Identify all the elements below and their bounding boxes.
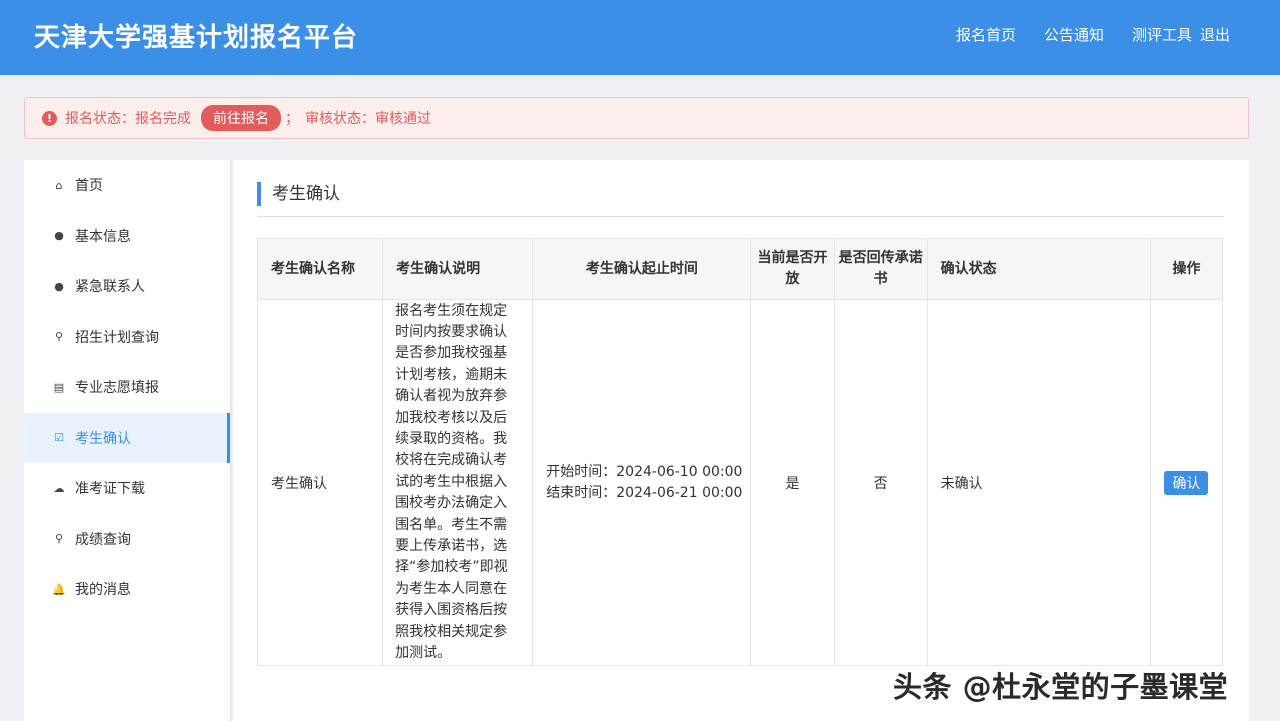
- sidebar-item-label: 首页: [75, 178, 103, 195]
- user-icon: ●: [54, 279, 64, 293]
- nav-signup-home[interactable]: 报名首页: [956, 24, 1016, 45]
- main-content: 考生确认 考生确认名称 考生确认说明 考生确认起止时间 当前是否开放 是否回传承…: [233, 160, 1249, 721]
- checkbox-icon: ☑: [54, 431, 64, 445]
- table-row: 考生确认 报名考生须在规定时间内按要求确认是否参加我校强基计划考核，逾期未确认者…: [256, 299, 1224, 666]
- home-icon: ⌂: [55, 178, 63, 192]
- table-header-row: 考生确认名称 考生确认说明 考生确认起止时间 当前是否开放 是否回传承诺书 确认…: [256, 238, 1224, 300]
- status-separator: ；: [285, 111, 299, 127]
- search-icon: ⚲: [54, 330, 64, 344]
- sidebar-item-home[interactable]: ⌂ 首页: [24, 160, 230, 211]
- sidebar-item-emergency-contact[interactable]: ● 紧急联系人: [24, 261, 230, 312]
- column-header-action: 操作: [1149, 238, 1224, 300]
- end-time: 结束时间：2024-06-21 00:00: [546, 484, 743, 501]
- registration-status-text: 报名状态：报名完成: [65, 111, 191, 127]
- sidebar-item-label: 紧急联系人: [75, 279, 145, 296]
- sidebar-item-label: 成绩查询: [75, 531, 131, 548]
- list-icon: ▤: [53, 380, 65, 394]
- top-header: 天津大学强基计划报名平台 报名首页 公告通知 测评工具 退出: [0, 0, 1280, 75]
- cell-action: 确认: [1149, 299, 1224, 666]
- sidebar-item-label: 基本信息: [75, 228, 131, 245]
- column-header-period: 考生确认起止时间: [532, 238, 752, 300]
- cell-description: 报名考生须在规定时间内按要求确认是否参加我校强基计划考核，逾期未确认者视为放弃参…: [382, 299, 534, 666]
- go-to-registration-button[interactable]: 前往报名: [201, 105, 281, 131]
- section-divider: [257, 216, 1224, 217]
- search-icon: ⚲: [54, 532, 64, 546]
- nav-announcements[interactable]: 公告通知: [1044, 24, 1104, 45]
- column-header-pledge: 是否回传承诺书: [833, 238, 928, 300]
- cell-period: 开始时间：2024-06-10 00:00 结束时间：2024-06-21 00…: [532, 299, 752, 666]
- start-time: 开始时间：2024-06-10 00:00: [546, 463, 743, 480]
- column-header-name: 考生确认名称: [256, 238, 384, 300]
- cloud-download-icon: ☁: [53, 481, 65, 495]
- cell-open: 是: [750, 299, 835, 666]
- exclamation-icon: !: [42, 110, 57, 126]
- cell-pledge: 否: [833, 299, 928, 666]
- cell-name: 考生确认: [256, 299, 384, 666]
- watermark: 头条 @杜永堂的子墨课堂: [893, 670, 1229, 704]
- nav-logout[interactable]: 退出: [1200, 24, 1230, 45]
- registration-status-alert: ! 报名状态：报名完成 前往报名 ； 审核状态：审核通过: [24, 97, 1249, 139]
- confirm-button[interactable]: 确认: [1164, 470, 1209, 495]
- bell-icon: 🔔: [52, 582, 66, 596]
- sidebar-item-label: 考生确认: [75, 430, 131, 447]
- sidebar-item-candidate-confirmation[interactable]: ☑ 考生确认: [24, 412, 230, 463]
- sidebar-item-enrollment-plan[interactable]: ⚲ 招生计划查询: [24, 312, 230, 363]
- sidebar-item-label: 我的消息: [75, 582, 131, 599]
- sidebar-item-label: 准考证下载: [75, 481, 145, 498]
- sidebar-item-basic-info[interactable]: ● 基本信息: [24, 211, 230, 262]
- sidebar-item-label: 专业志愿填报: [75, 380, 159, 397]
- column-header-open: 当前是否开放: [750, 238, 835, 300]
- sidebar-item-score-query[interactable]: ⚲ 成绩查询: [24, 514, 230, 565]
- nav-assessment-tools[interactable]: 测评工具: [1132, 24, 1192, 45]
- site-title: 天津大学强基计划报名平台: [34, 23, 359, 53]
- column-header-description: 考生确认说明: [382, 238, 534, 300]
- top-nav: 报名首页 公告通知 测评工具 退出: [956, 24, 1230, 45]
- review-status-text: 审核状态：审核通过: [305, 111, 431, 127]
- sidebar-item-major-preferences[interactable]: ▤ 专业志愿填报: [24, 362, 230, 413]
- cell-status: 未确认: [926, 299, 1151, 666]
- sidebar-item-admission-ticket[interactable]: ☁ 准考证下载: [24, 463, 230, 514]
- column-header-status: 确认状态: [926, 238, 1151, 300]
- user-icon: ●: [54, 229, 64, 243]
- section-title: 考生确认: [257, 182, 340, 206]
- confirmation-table: 考生确认名称 考生确认说明 考生确认起止时间 当前是否开放 是否回传承诺书 确认…: [256, 238, 1224, 666]
- sidebar-item-messages[interactable]: 🔔 我的消息: [24, 564, 230, 615]
- sidebar-item-label: 招生计划查询: [75, 329, 159, 346]
- sidebar-menu: ⌂ 首页 ● 基本信息 ● 紧急联系人 ⚲ 招生计划查询 ▤ 专业志愿填报 ☑ …: [24, 160, 232, 721]
